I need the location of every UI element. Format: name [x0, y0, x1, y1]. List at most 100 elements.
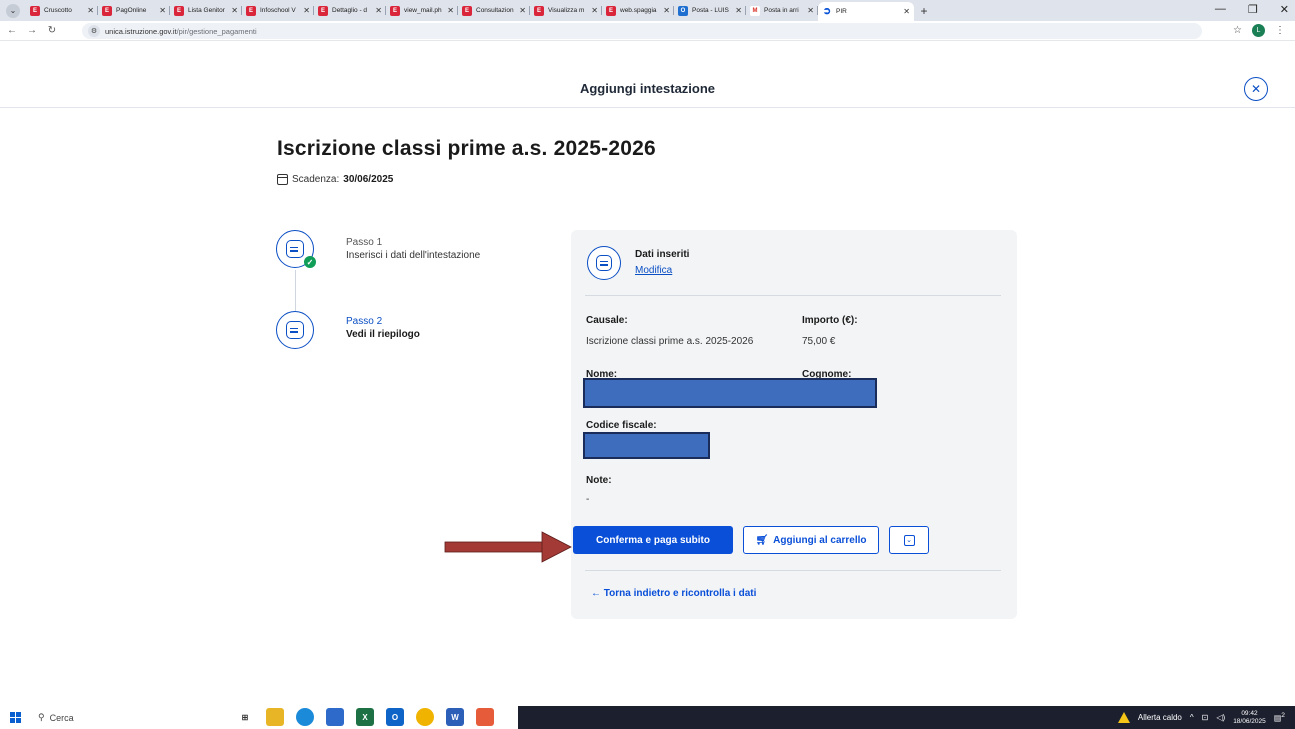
site-favicon-icon: E	[102, 5, 112, 16]
back-arrow-icon[interactable]: ←	[4, 25, 20, 36]
url-path: /pir/gestione_pagamenti	[176, 26, 257, 36]
chevron-down-icon: ⌄	[903, 534, 915, 546]
profile-avatar[interactable]: L	[1252, 24, 1265, 37]
task-view-icon[interactable]: ⊞	[236, 708, 254, 726]
minimize-icon[interactable]: —	[1215, 3, 1226, 16]
redacted-name	[583, 378, 877, 408]
notification-count: 2	[1281, 712, 1285, 720]
tab-title: PIR	[836, 8, 847, 15]
site-info-icon[interactable]: ⚙	[88, 25, 100, 37]
weather-alert[interactable]: Allerta caldo	[1138, 713, 1182, 722]
bookmark-star-icon[interactable]: ☆	[1233, 25, 1242, 36]
word-icon[interactable]: W	[446, 708, 464, 726]
chrome-icon[interactable]	[416, 708, 434, 726]
cart-icon: 🛒︎	[755, 534, 769, 546]
forward-arrow-icon[interactable]: →	[24, 25, 40, 36]
windows-start-icon[interactable]	[10, 712, 21, 723]
browser-tab[interactable]: E Infoschool V ✕	[242, 2, 314, 19]
tab-close-icon[interactable]: ✕	[663, 6, 670, 15]
browser-tab[interactable]: E Lista Genitor ✕	[170, 2, 242, 19]
notifications-icon[interactable]: ▤2	[1274, 712, 1285, 723]
deadline-label: Scadenza:	[292, 174, 340, 185]
network-icon[interactable]: ⊡	[1202, 713, 1209, 722]
taskbar: ⚲ Cerca ⊞ X O W Allerta caldo ^ ⊡ ◁) 09:…	[0, 706, 1295, 729]
browser-tab[interactable]: M Posta in arri ✕	[746, 2, 818, 19]
restore-icon[interactable]: ❐	[1248, 3, 1258, 16]
reload-icon[interactable]: ↻	[44, 25, 60, 36]
volume-icon[interactable]: ◁)	[1216, 713, 1225, 722]
add-to-cart-button[interactable]: 🛒︎ Aggiungi al carrello	[743, 526, 879, 554]
app-icon[interactable]	[476, 708, 494, 726]
browser-tab[interactable]: Eview_mail.ph ✕	[386, 2, 458, 19]
taskbar-apps: ⊞ X O W	[236, 708, 494, 726]
tab-title: Posta in arri	[764, 7, 799, 14]
back-link[interactable]: ← Torna indietro e ricontrolla i dati	[591, 588, 756, 599]
summary-card: Dati inseriti Modifica Causale: Iscrizio…	[571, 230, 1017, 619]
new-tab-button[interactable]: +	[914, 4, 934, 18]
step-1-description: Inserisci i dati dell'intestazione	[346, 250, 481, 261]
browser-tab[interactable]: E PagOnline ✕	[98, 2, 170, 19]
step-2-description: Vedi il riepilogo	[346, 329, 420, 340]
tab-close-icon[interactable]: ✕	[591, 6, 598, 15]
tab-close-icon[interactable]: ✕	[519, 6, 526, 15]
outlook-favicon-icon: O	[678, 5, 688, 16]
taskbar-search-input[interactable]: ⚲ Cerca	[38, 709, 158, 726]
system-tray: Allerta caldo ^ ⊡ ◁) 09:42 18/06/2025 ▤2	[1117, 706, 1285, 729]
close-icon[interactable]: ✕	[1244, 77, 1268, 101]
site-favicon-icon: E	[174, 5, 184, 16]
browser-menu-icon[interactable]: ⋮	[1275, 25, 1285, 36]
tab-close-icon[interactable]: ✕	[735, 6, 742, 15]
page-header-title: Aggiungi intestazione	[579, 81, 716, 96]
tab-close-icon[interactable]: ✕	[159, 6, 166, 15]
tab-title: view_mail.ph	[404, 7, 442, 14]
add-to-cart-label: Aggiungi al carrello	[773, 534, 867, 546]
edit-link[interactable]: Modifica	[635, 265, 672, 276]
taskbar-search-placeholder: Cerca	[49, 712, 74, 723]
tab-close-icon[interactable]: ✕	[303, 6, 310, 15]
store-icon[interactable]	[326, 708, 344, 726]
form-edit-icon	[286, 240, 304, 258]
tab-close-icon[interactable]: ✕	[87, 6, 94, 15]
browser-tab[interactable]: E Consultazion ✕	[458, 2, 530, 19]
search-icon: ⚲	[38, 712, 45, 722]
importo-value: 75,00 €	[802, 336, 836, 347]
browser-tab[interactable]: O Posta - LUIS ✕	[674, 2, 746, 19]
more-options-button[interactable]: ⌄	[889, 526, 929, 554]
tab-close-icon[interactable]: ✕	[903, 7, 910, 16]
address-bar: ← → ↻ ⚙ unica.istruzione.gov.it/pir/gest…	[0, 21, 1295, 41]
site-favicon-icon: E	[534, 5, 544, 16]
importo-label: Importo (€):	[802, 315, 858, 326]
tab-close-icon[interactable]: ✕	[231, 6, 238, 15]
browser-tab[interactable]: E Dettaglio - d ✕	[314, 2, 386, 19]
browser-tab-bar: ⌄ E Cruscotto ✕ E PagOnline ✕ E Lista Genitor ✕ E…	[0, 0, 1295, 21]
excel-icon[interactable]: X	[356, 708, 374, 726]
browser-tab[interactable]: E Visualizza m ✕	[530, 2, 602, 19]
page-title: Iscrizione classi prime a.s. 2025-2026	[277, 137, 656, 160]
file-explorer-icon[interactable]	[266, 708, 284, 726]
clock[interactable]: 09:42 18/06/2025	[1233, 710, 1266, 726]
tab-close-icon[interactable]: ✕	[375, 6, 382, 15]
outlook-icon[interactable]: O	[386, 708, 404, 726]
url-input[interactable]: ⚙ unica.istruzione.gov.it/pir/gestione_p…	[82, 23, 1202, 39]
tab-title: Lista Genitor	[188, 7, 225, 14]
confirm-pay-button[interactable]: Conferma e paga subito	[573, 526, 733, 554]
pir-favicon-icon: ➲	[822, 6, 832, 17]
back-link-label: Torna indietro e ricontrolla i dati	[603, 588, 757, 599]
tray-chevron-icon[interactable]: ^	[1190, 713, 1194, 722]
browser-tab[interactable]: E Cruscotto ✕	[26, 2, 98, 19]
edge-icon[interactable]	[296, 708, 314, 726]
tab-close-icon[interactable]: ✕	[447, 6, 454, 15]
codice-fiscale-label: Codice fiscale:	[586, 420, 657, 431]
causale-label: Causale:	[586, 315, 628, 326]
tab-title: Posta - LUIS	[692, 7, 729, 14]
browser-tab[interactable]: Eweb.spaggia ✕	[602, 2, 674, 19]
close-window-icon[interactable]: ✕	[1280, 3, 1289, 16]
tab-title: PagOnline	[116, 7, 147, 14]
tab-active[interactable]: ➲ PIR ✕	[818, 2, 914, 21]
page-header: Aggiungi intestazione ✕	[0, 72, 1295, 108]
tab-close-icon[interactable]: ✕	[807, 6, 814, 15]
tab-title: Cruscotto	[44, 7, 72, 14]
note-label: Note:	[586, 475, 612, 486]
tab-search-icon[interactable]: ⌄	[6, 3, 20, 18]
deadline: Scadenza: 30/06/2025	[277, 174, 393, 185]
